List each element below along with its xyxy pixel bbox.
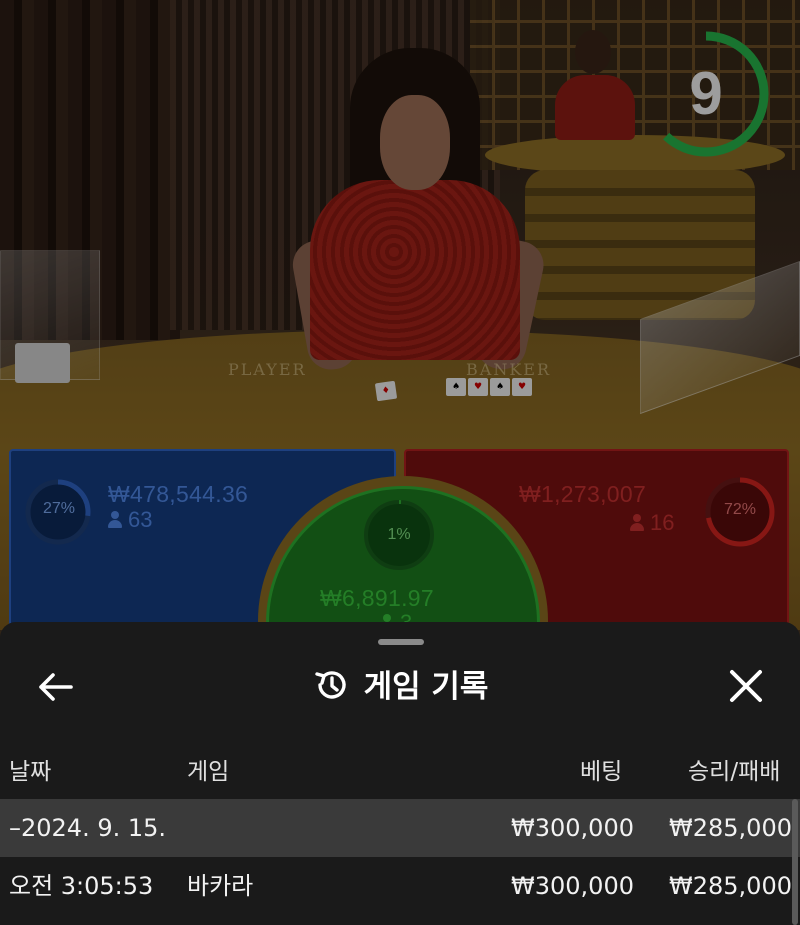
sheet-title-text: 게임 기록 bbox=[363, 669, 489, 705]
history-game-row[interactable]: 오전 3:05:53 바카라 ₩300,000 ₩285,000 bbox=[0, 857, 800, 915]
game-history-sheet: 게임 기록 날짜 게임 베팅 승리/패배 –2024. 9. 15. ₩300,… bbox=[0, 622, 800, 925]
row-bet: ₩300,000 bbox=[511, 814, 634, 842]
history-icon bbox=[314, 671, 346, 699]
drag-handle[interactable] bbox=[378, 639, 424, 645]
sheet-title: 게임 기록 bbox=[0, 660, 800, 714]
row-time: 오전 3:05:53 bbox=[9, 872, 154, 900]
column-header-date[interactable]: 날짜 bbox=[9, 752, 51, 786]
row-date: –2024. 9. 15. bbox=[9, 814, 167, 842]
row-game: 바카라 bbox=[187, 872, 254, 900]
column-header-bet[interactable]: 베팅 bbox=[580, 752, 622, 786]
row-result: ₩285,000 bbox=[669, 814, 792, 842]
close-icon bbox=[730, 670, 762, 702]
history-date-row[interactable]: –2024. 9. 15. ₩300,000 ₩285,000 bbox=[0, 799, 800, 857]
row-result: ₩285,000 bbox=[669, 872, 792, 900]
row-bet: ₩300,000 bbox=[511, 872, 634, 900]
column-header-result[interactable]: 승리/패배 bbox=[688, 752, 780, 786]
column-header-game[interactable]: 게임 bbox=[187, 752, 229, 786]
close-button[interactable] bbox=[718, 665, 774, 709]
scrollbar[interactable] bbox=[792, 799, 798, 925]
